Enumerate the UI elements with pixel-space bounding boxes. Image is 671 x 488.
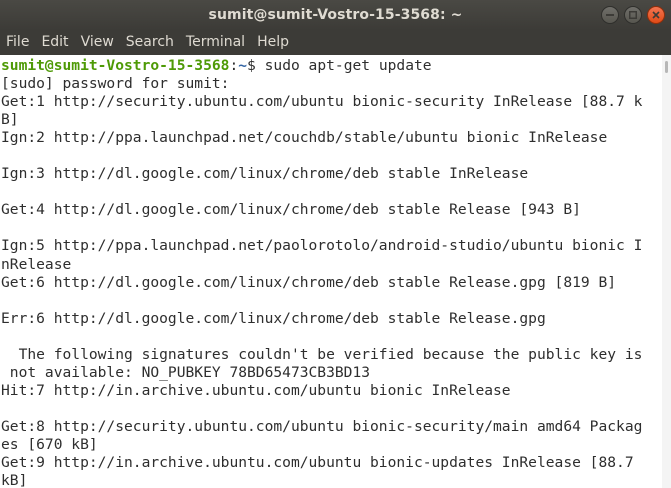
menu-file[interactable]: File <box>0 30 35 55</box>
output-line: not available: NO_PUBKEY 78BD65473CB3BD1… <box>1 363 371 381</box>
output-line: The following signatures couldn't be ver… <box>1 345 643 363</box>
output-line: kB] <box>1 472 28 488</box>
menu-view[interactable]: View <box>75 30 120 55</box>
output-line: B] <box>1 111 19 129</box>
output-line: Ign:2 http://ppa.launchpad.net/couchdb/s… <box>1 129 608 147</box>
prompt-line: sumit@sumit-Vostro-15-3568:~$ sudo apt-g… <box>1 57 662 75</box>
close-icon <box>652 11 660 19</box>
output-line: Get:9 http://in.archive.ubuntu.com/ubunt… <box>1 454 634 472</box>
output-line: nRelease <box>1 255 72 273</box>
title-bar[interactable]: sumit@sumit-Vostro-15-3568: ~ <box>0 0 671 30</box>
maximize-button[interactable] <box>624 6 642 24</box>
prompt-path: ~ <box>238 57 248 74</box>
output-line: [sudo] password for sumit: <box>1 75 230 93</box>
output-line: es [670 kB] <box>1 435 98 453</box>
prompt-user-host: sumit@sumit-Vostro-15-3568 <box>1 57 230 74</box>
terminal-window: sumit@sumit-Vostro-15-3568: ~ File Edit … <box>0 0 671 488</box>
window-controls <box>601 6 665 24</box>
prompt-symbol: $ <box>247 57 265 74</box>
minimize-button[interactable] <box>601 6 619 24</box>
menu-help[interactable]: Help <box>251 30 295 55</box>
output-line: Get:8 http://security.ubuntu.com/ubuntu … <box>1 417 643 435</box>
menu-bar: File Edit View Search Terminal Help <box>0 30 671 55</box>
minimize-icon <box>606 14 614 16</box>
output-line: Get:6 http://dl.google.com/linux/chrome/… <box>1 273 617 291</box>
window-title: sumit@sumit-Vostro-15-3568: ~ <box>208 7 463 23</box>
output-line: Ign:3 http://dl.google.com/linux/chrome/… <box>1 165 529 183</box>
output-line: Get:4 http://dl.google.com/linux/chrome/… <box>1 201 581 219</box>
prompt-separator: : <box>229 57 239 74</box>
menu-search[interactable]: Search <box>120 30 180 55</box>
output-line: Get:1 http://security.ubuntu.com/ubuntu … <box>1 93 643 111</box>
output-line: Ign:5 http://ppa.launchpad.net/paoloroto… <box>1 237 643 255</box>
output-line: Hit:7 http://in.archive.ubuntu.com/ubunt… <box>1 381 511 399</box>
scrollbar-thumb[interactable] <box>665 61 668 73</box>
prompt-command: sudo apt-get update <box>264 57 432 74</box>
output-line: Err:6 http://dl.google.com/linux/chrome/… <box>1 309 546 327</box>
terminal-output[interactable]: sumit@sumit-Vostro-15-3568:~$ sudo apt-g… <box>0 55 662 488</box>
maximize-icon <box>629 11 637 19</box>
menu-terminal[interactable]: Terminal <box>180 30 251 55</box>
menu-edit[interactable]: Edit <box>35 30 74 55</box>
close-button[interactable] <box>647 6 665 24</box>
vertical-scrollbar[interactable] <box>662 55 671 488</box>
